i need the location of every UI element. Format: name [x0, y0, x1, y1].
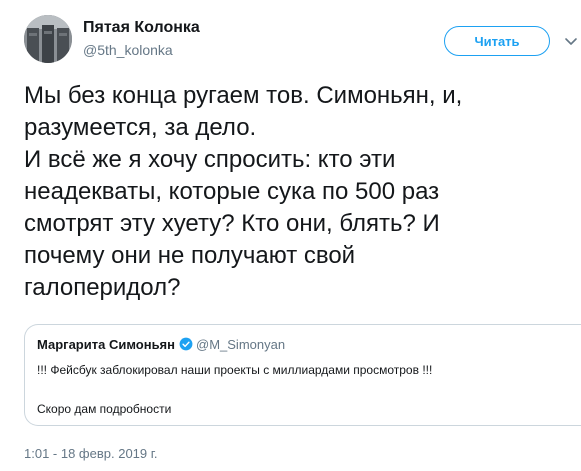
- tweet-text-line: почему они не получают свой: [24, 242, 356, 269]
- tweet-text-line: неадекваты, которые сука по 500 раз: [24, 178, 440, 205]
- tweet-text-line: разумеется, за дело.: [24, 114, 257, 141]
- author-handle[interactable]: @5th_kolonka: [83, 42, 173, 58]
- verified-badge-icon: [179, 337, 193, 351]
- quoted-tweet-header: Маргарита Симоньян @M_Simonyan: [37, 337, 285, 352]
- tweet-text-line: И всё же я хочу спросить: кто эти: [24, 146, 396, 173]
- quoted-tweet-text: Скоро дам подробности: [37, 402, 172, 416]
- quoted-tweet[interactable]: Маргарита Симоньян @M_Simonyan !!! Фейсб…: [24, 324, 581, 426]
- quoted-author-name: Маргарита Симоньян: [37, 337, 175, 352]
- author-avatar[interactable]: [24, 15, 72, 63]
- tweet-text-line: смотрят эту хуету? Кто они, блять? И: [24, 210, 440, 237]
- tweet-text-line: галоперидол?: [24, 274, 181, 301]
- quoted-tweet-text: !!! Фейсбук заблокировал наши проекты с …: [37, 363, 433, 377]
- tweet-timestamp[interactable]: 1:01 - 18 февр. 2019 г.: [24, 446, 158, 461]
- author-name[interactable]: Пятая Колонка: [83, 19, 200, 37]
- quoted-author-handle: @M_Simonyan: [196, 337, 286, 352]
- tweet-card: Пятая Колонка @5th_kolonka Читать Мы без…: [0, 0, 581, 471]
- tweet-text: Мы без конца ругаем тов. Симоньян, и, ра…: [24, 80, 569, 304]
- chevron-down-icon[interactable]: [563, 33, 579, 49]
- tweet-text-line: Мы без конца ругаем тов. Симоньян, и,: [24, 82, 463, 109]
- avatar-image: [24, 15, 72, 63]
- follow-button[interactable]: Читать: [444, 26, 550, 56]
